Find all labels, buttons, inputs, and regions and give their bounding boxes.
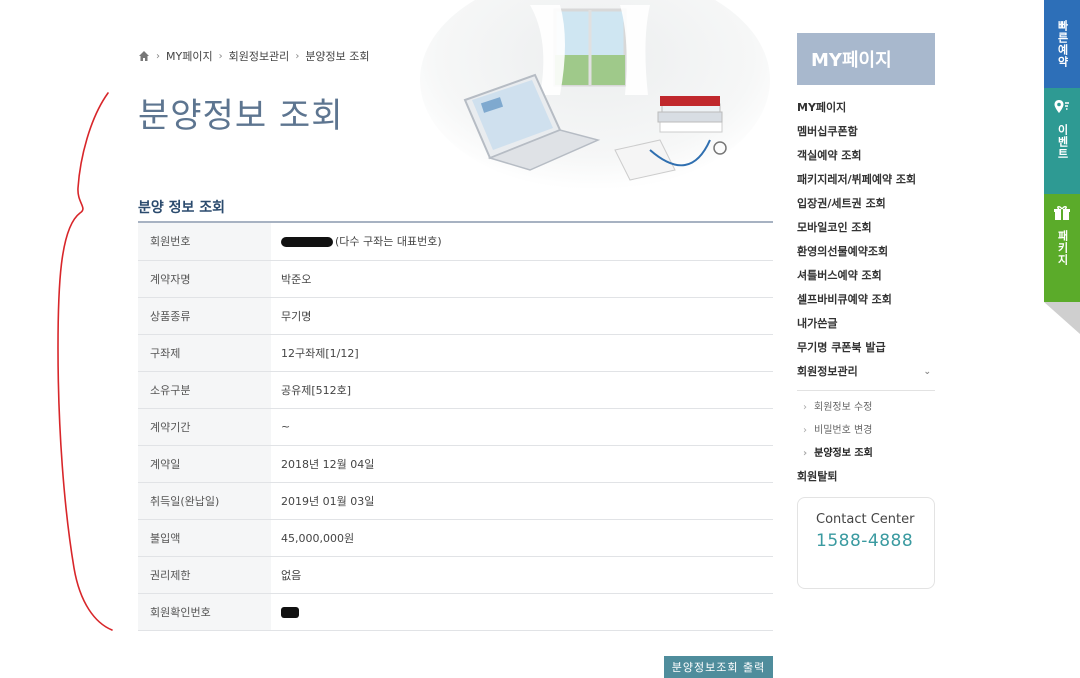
member-verify-number-cell	[271, 593, 773, 630]
rights-restriction-value: 없음	[281, 568, 302, 582]
sidebar-item-my-posts[interactable]: 내가쓴글	[797, 312, 935, 336]
sidebar-item-coupon-box[interactable]: 멤버십쿠폰함	[797, 120, 935, 144]
home-icon[interactable]	[138, 50, 150, 62]
sidebar-item-room-reservation[interactable]: 객실예약 조회	[797, 144, 935, 168]
table-row: 불입액 45,000,000원	[138, 519, 773, 556]
contract-period-label: 계약기간	[138, 408, 271, 445]
rights-restriction-label: 권리제한	[138, 556, 271, 593]
contact-phone-number: 1588-4888	[816, 531, 914, 551]
contract-date-value: 2018년 12월 04일	[281, 457, 375, 471]
member-number-label: 회원번호	[138, 223, 271, 260]
contract-period-value: ~	[281, 420, 291, 433]
payment-amount-label: 불입액	[138, 519, 271, 556]
section-title: 분양 정보 조회	[138, 200, 226, 216]
sale-info-table: 회원번호 (다수 구좌는 대표번호) 계약자명 박준오 상품종류 무기명 구좌제…	[138, 223, 773, 631]
red-bracket-annotation	[57, 92, 113, 631]
ownership-value: 공유제[512호]	[281, 383, 352, 397]
acquisition-date-value: 2019년 01월 03일	[281, 494, 375, 508]
redacted-mark	[281, 606, 299, 618]
table-row: 계약기간 ~	[138, 408, 773, 445]
table-row: 회원번호 (다수 구좌는 대표번호)	[138, 223, 773, 260]
sidebar-submenu: 회원정보 수정 비밀번호 변경 분양정보 조회	[803, 396, 935, 465]
chevron-down-icon: ⌄	[923, 367, 931, 377]
quick-tab-fold-decoration	[1044, 302, 1080, 334]
sidebar-item-label: 회원정보관리	[797, 365, 858, 378]
acquisition-date-label: 취득일(완납일)	[138, 482, 271, 519]
product-type-value: 무기명	[281, 309, 312, 323]
sidebar-item-member-info[interactable]: 회원정보관리 ⌄	[797, 360, 935, 384]
table-row: 구좌제 12구좌제[1/12]	[138, 334, 773, 371]
quick-tab-label: 패키지	[1056, 230, 1069, 266]
quick-tab-event[interactable]: 이벤트	[1044, 88, 1080, 194]
window-image	[530, 5, 650, 95]
contractor-name-label: 계약자명	[138, 260, 271, 297]
sidebar-item-self-bbq[interactable]: 셀프바비큐예약 조회	[797, 288, 935, 312]
table-row: 계약자명 박준오	[138, 260, 773, 297]
quick-tab-label: 빠른예약	[1056, 20, 1069, 68]
payment-amount-value: 45,000,000원	[281, 531, 355, 545]
quick-tab-package[interactable]: 패키지	[1044, 194, 1080, 302]
sidebar-item-shuttle-bus[interactable]: 셔틀버스예약 조회	[797, 264, 935, 288]
table-row: 상품종류 무기명	[138, 297, 773, 334]
page-title: 분양정보 조회	[138, 96, 344, 136]
sidebar-item-mobile-coin[interactable]: 모바일코인 조회	[797, 216, 935, 240]
sidebar-item-coupon-book[interactable]: 무기명 쿠폰북 발급	[797, 336, 935, 360]
table-row: 계약일 2018년 12월 04일	[138, 445, 773, 482]
breadcrumb-separator: ›	[218, 50, 223, 62]
table-row: 소유구분 공유제[512호]	[138, 371, 773, 408]
ownership-label: 소유구분	[138, 371, 271, 408]
sidebar-menu-bottom: 회원탈퇴	[797, 465, 837, 489]
submenu-item-edit-member[interactable]: 회원정보 수정	[803, 396, 935, 419]
contractor-name-value: 박준오	[281, 272, 312, 286]
contract-date-label: 계약일	[138, 445, 271, 482]
sidebar-header: MY페이지	[797, 33, 935, 85]
sidebar-item-package-reservation[interactable]: 패키지레저/뷔페예약 조회	[797, 168, 935, 192]
breadcrumb-separator: ›	[295, 50, 300, 62]
contact-center-label: Contact Center	[816, 512, 915, 527]
submenu-item-sale-info[interactable]: 분양정보 조회	[803, 442, 935, 465]
sidebar-item-withdraw[interactable]: 회원탈퇴	[797, 465, 837, 489]
breadcrumb: › MY페이지 › 회원정보관리 › 분양정보 조회	[138, 48, 370, 64]
sidebar-menu: MY페이지 멤버십쿠폰함 객실예약 조회 패키지레저/뷔페예약 조회 입장권/세…	[797, 96, 935, 384]
breadcrumb-mypage[interactable]: MY페이지	[166, 48, 213, 64]
account-type-label: 구좌제	[138, 334, 271, 371]
contact-center-box: Contact Center 1588-4888	[797, 497, 935, 589]
redacted-mark	[281, 237, 333, 248]
member-number-value: (다수 구좌는 대표번호)	[335, 235, 442, 249]
hero-illustration	[420, 0, 770, 190]
breadcrumb-member-info[interactable]: 회원정보관리	[229, 48, 290, 64]
sidebar-divider	[797, 390, 935, 391]
quick-tab-label: 이벤트	[1056, 124, 1069, 160]
submenu-item-change-password[interactable]: 비밀번호 변경	[803, 419, 935, 442]
table-row: 취득일(완납일) 2019년 01월 03일	[138, 482, 773, 519]
sidebar-item-mypage[interactable]: MY페이지	[797, 96, 935, 120]
breadcrumb-sale-info[interactable]: 분양정보 조회	[305, 48, 369, 64]
sidebar-item-welcome-gift[interactable]: 환영의선물예약조회	[797, 240, 935, 264]
table-row: 권리제한 없음	[138, 556, 773, 593]
table-row: 회원확인번호	[138, 593, 773, 630]
gift-icon	[1054, 206, 1070, 220]
product-type-label: 상품종류	[138, 297, 271, 334]
breadcrumb-separator: ›	[156, 50, 160, 62]
map-pin-icon	[1054, 100, 1069, 113]
quick-tab-reservation[interactable]: 빠른예약	[1044, 0, 1080, 88]
member-number-cell: (다수 구좌는 대표번호)	[271, 223, 773, 260]
account-type-value: 12구좌제[1/12]	[281, 346, 359, 360]
sidebar-item-ticket[interactable]: 입장권/세트권 조회	[797, 192, 935, 216]
books-image	[657, 96, 723, 133]
member-verify-number-label: 회원확인번호	[138, 593, 271, 630]
